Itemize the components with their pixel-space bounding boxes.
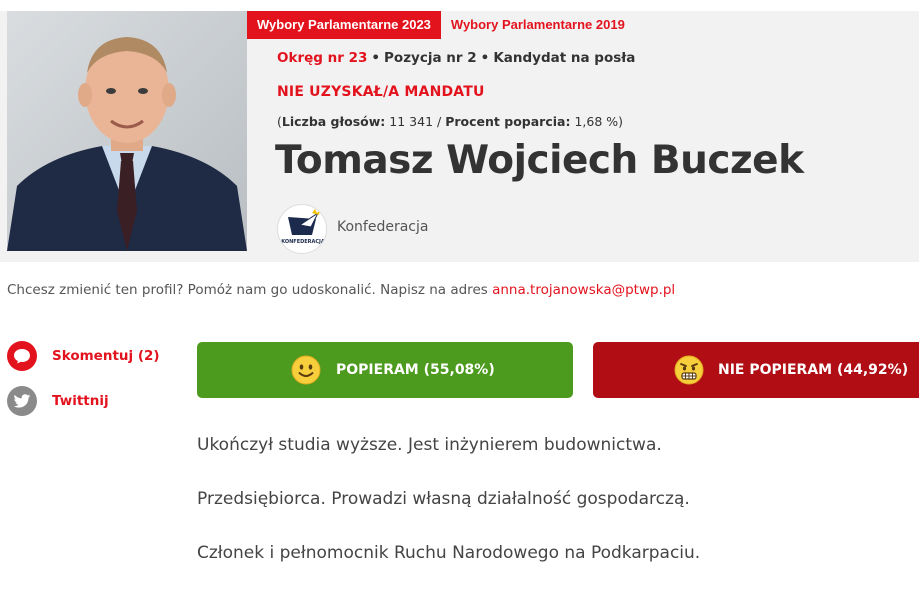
oppose-button[interactable]: NIE POPIERAM (44,92%) <box>593 342 919 398</box>
bio-paragraph: Ukończył studia wyższe. Jest inżynierem … <box>197 435 662 455</box>
party-name[interactable]: Konfederacja <box>337 219 428 235</box>
election-tabs: Wybory Parlamentarne 2023 Wybory Parlame… <box>247 11 635 39</box>
comment-label: Skomentuj (2) <box>52 348 160 364</box>
tab-election-2019[interactable]: Wybory Parlamentarne 2019 <box>441 11 635 39</box>
support-percent-value: 1,68 % <box>574 114 619 129</box>
vote-stats: (Liczba głosów: 11 341 / Procent poparci… <box>277 114 624 129</box>
candidate-name: Tomasz Wojciech Buczek <box>275 138 804 183</box>
edit-profile-note: Chcesz zmienić ten profil? Pomóż nam go … <box>7 282 675 298</box>
separator-dot-icon: • <box>371 50 381 66</box>
support-percent-label: Procent poparcia: <box>445 114 571 129</box>
oppose-label: NIE POPIERAM (44,92%) <box>718 362 909 378</box>
votes-count-label: Liczba głosów: <box>281 114 386 129</box>
smiley-face-icon <box>291 355 321 385</box>
bio-paragraph: Przedsiębiorca. Prowadzi własną działaln… <box>197 489 690 509</box>
candidacy-type: Kandydat na posła <box>493 50 636 66</box>
edit-note-text: Chcesz zmienić ten profil? Pomóż nam go … <box>7 282 493 298</box>
tweet-button[interactable]: Twittnij <box>7 386 109 416</box>
tweet-label: Twittnij <box>52 393 109 409</box>
candidacy-meta: Okręg nr 23 • Pozycja nr 2 • Kandydat na pos… <box>277 50 635 66</box>
separator-dot-icon: • <box>480 50 490 66</box>
bio-paragraph: Członek i pełnomocnik Ruchu Narodowego n… <box>197 543 701 563</box>
grimacing-face-icon <box>674 355 704 385</box>
party-logo-text: KONFEDERACJA <box>281 239 325 245</box>
votes-count-value: 11 341 <box>389 114 434 129</box>
candidate-photo <box>7 11 247 251</box>
district-link[interactable]: Okręg nr 23 <box>277 50 367 66</box>
support-label: POPIERAM (55,08%) <box>336 362 495 378</box>
mandate-status: NIE UZYSKAŁ/A MANDATU <box>277 84 485 100</box>
list-position: Pozycja nr 2 <box>384 50 477 66</box>
party-logo[interactable]: KONFEDERACJA <box>277 204 327 254</box>
tab-election-2023[interactable]: Wybory Parlamentarne 2023 <box>247 11 441 39</box>
twitter-bird-icon <box>7 386 37 416</box>
contact-email-link[interactable]: anna.trojanowska@ptwp.pl <box>492 282 675 298</box>
comment-bubble-icon <box>7 341 37 371</box>
comment-button[interactable]: Skomentuj (2) <box>7 341 160 371</box>
support-button[interactable]: POPIERAM (55,08%) <box>197 342 573 398</box>
